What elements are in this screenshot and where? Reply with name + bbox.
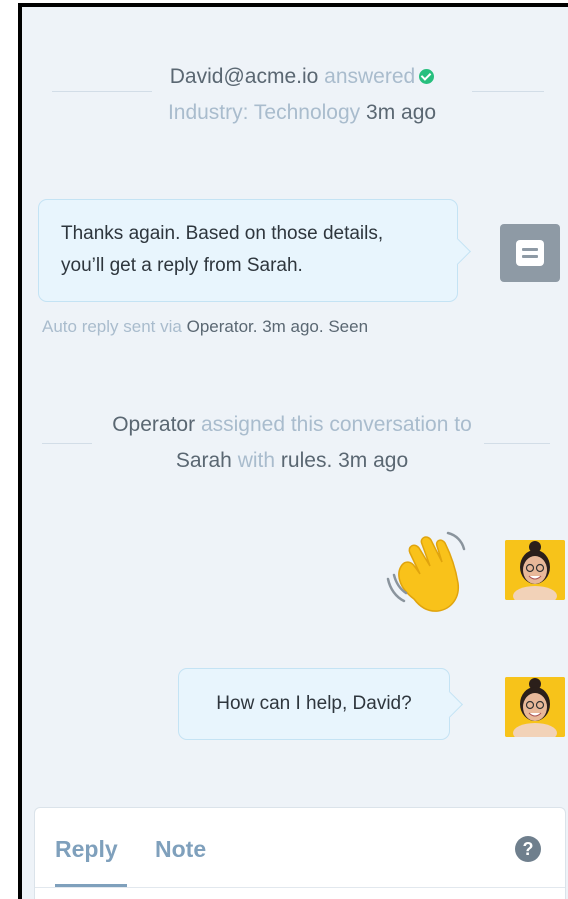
assigner: Operator (112, 413, 196, 436)
bot-icon (500, 224, 560, 282)
meta-source: Operator. 3m ago. Seen (186, 317, 369, 336)
event-detail: Industry: Technology (167, 101, 361, 124)
auto-reply-line-2: you’ll get a reply from Sarah. (61, 255, 303, 276)
tab-reply[interactable]: Reply (55, 836, 118, 863)
tab-note[interactable]: Note (155, 836, 206, 863)
agent-message-text: How can I help, David? (216, 693, 412, 714)
assign-with: with (237, 449, 276, 472)
wave-emoji-icon (386, 531, 466, 612)
help-icon[interactable]: ? (515, 836, 541, 862)
meta-prefix: Auto reply sent via (42, 317, 182, 336)
assigned-event: Operator assigned this conversation to S… (22, 407, 568, 479)
agent-avatar (505, 677, 565, 737)
auto-reply-bubble: Thanks again. Based on those details, yo… (38, 199, 458, 302)
auto-reply-meta: Auto reply sent via Operator. 3m ago. Se… (42, 313, 368, 341)
conversation-panel: David@acme.io answered Industry: Technol… (18, 3, 568, 899)
auto-reply-line-1: Thanks again. Based on those details, (61, 223, 384, 244)
assign-time: 3m ago (338, 449, 409, 472)
agent-avatar (505, 540, 565, 600)
agent-message-bubble: How can I help, David? (178, 668, 450, 740)
check-icon (419, 69, 435, 84)
user-email[interactable]: David@acme.io (170, 65, 319, 88)
event-action: answered (324, 65, 416, 88)
answered-event: David@acme.io answered Industry: Technol… (22, 59, 568, 131)
assign-action: assigned this conversation to (200, 413, 472, 436)
tab-separator (35, 887, 565, 888)
composer: Reply Note ? (34, 807, 566, 899)
assign-rules[interactable]: rules. (281, 449, 332, 472)
assignee: Sarah (175, 449, 232, 472)
event-time: 3m ago (366, 101, 437, 124)
